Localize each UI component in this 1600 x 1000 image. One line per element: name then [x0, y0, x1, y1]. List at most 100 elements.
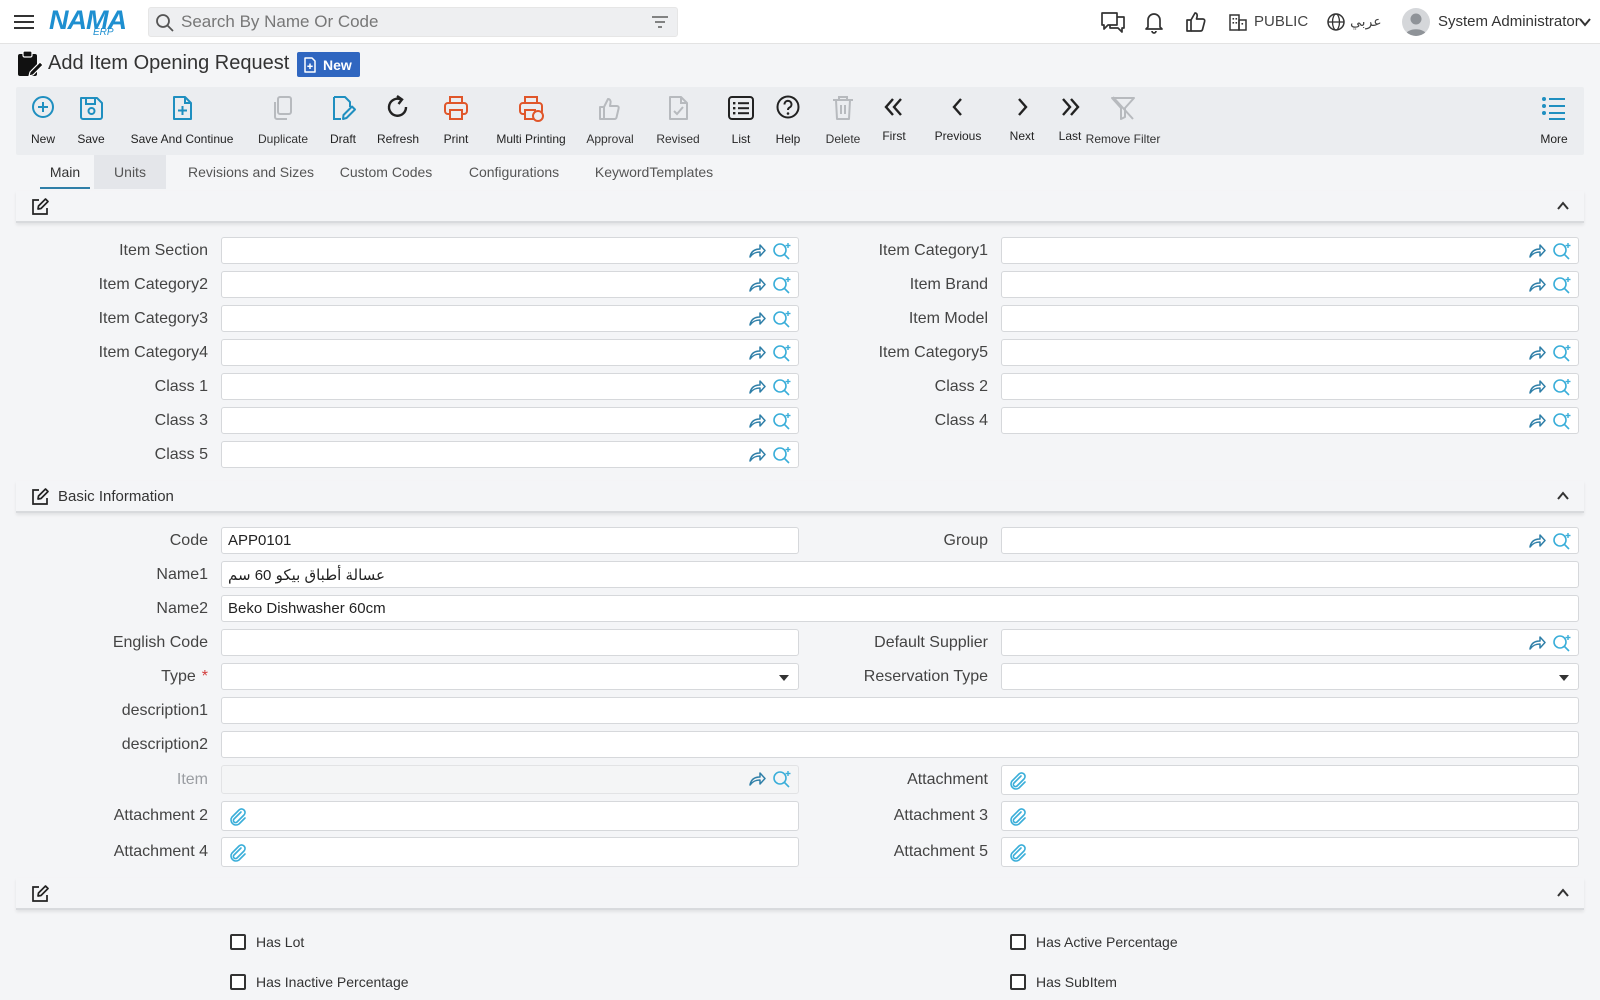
lookup-search-icon[interactable] [1552, 532, 1572, 550]
tab-configurations[interactable]: Configurations [454, 155, 574, 189]
multi-printing-button[interactable]: Multi Printing [490, 95, 572, 151]
tab-custom-codes[interactable]: Custom Codes [332, 155, 440, 189]
share-arrow-icon[interactable] [748, 243, 766, 259]
class2-field[interactable] [1001, 373, 1579, 400]
attachment-field[interactable] [1001, 765, 1579, 795]
section-header-classification[interactable] [16, 191, 1584, 223]
attachment5-field[interactable] [1001, 837, 1579, 867]
share-arrow-icon[interactable] [748, 447, 766, 463]
refresh-button[interactable]: Refresh [374, 95, 422, 151]
name1-field[interactable]: عسالة أطباق بيكو 60 سم [221, 561, 1579, 588]
attachment3-field[interactable] [1001, 801, 1579, 831]
tab-revisions-and-sizes[interactable]: Revisions and Sizes [176, 155, 326, 189]
default-supplier-field[interactable] [1001, 629, 1579, 656]
attachment-label: Attachment [907, 771, 988, 788]
section-header-flags[interactable] [16, 878, 1584, 910]
duplicate-button[interactable]: Duplicate [254, 95, 312, 151]
tab-units[interactable]: Units [94, 155, 166, 189]
class3-field[interactable] [221, 407, 799, 434]
save-and-continue-button[interactable]: Save And Continue [131, 95, 233, 151]
share-arrow-icon[interactable] [1528, 413, 1546, 429]
share-arrow-icon[interactable] [748, 311, 766, 327]
checkbox-box[interactable] [1010, 934, 1026, 950]
help-button[interactable]: Help [772, 95, 804, 151]
paperclip-icon[interactable] [228, 807, 248, 827]
next-button[interactable]: Next [1002, 95, 1042, 151]
description1-field[interactable] [221, 697, 1579, 724]
item-brand-field[interactable] [1001, 271, 1579, 298]
paperclip-icon[interactable] [1008, 843, 1028, 863]
reservation-type-select[interactable] [1001, 663, 1579, 690]
item-category4-field[interactable] [221, 339, 799, 366]
user-menu[interactable]: System Administrator [1402, 7, 1594, 37]
attachment2-field[interactable] [221, 801, 799, 831]
approval-button[interactable]: Approval [582, 95, 638, 151]
chevron-up-icon[interactable] [1556, 490, 1570, 502]
checkbox-box[interactable] [230, 974, 246, 990]
attachment4-field[interactable] [221, 837, 799, 867]
section-header-basic-information[interactable]: Basic Information [16, 481, 1584, 513]
english-code-field[interactable] [221, 629, 799, 656]
tab-main[interactable]: Main [34, 155, 96, 189]
item-section-field[interactable] [221, 237, 799, 264]
class4-field[interactable] [1001, 407, 1579, 434]
share-arrow-icon[interactable] [748, 379, 766, 395]
chevron-up-icon[interactable] [1556, 887, 1570, 899]
share-arrow-icon[interactable] [748, 345, 766, 361]
group-field[interactable] [1001, 527, 1579, 554]
thumbs-up-icon[interactable] [1184, 10, 1208, 34]
class5-field[interactable] [221, 441, 799, 468]
list-button[interactable]: List [726, 95, 756, 151]
revised-button[interactable]: Revised [650, 95, 706, 151]
nama-erp-logo[interactable]: NAMA ERP [49, 5, 131, 39]
class1-field[interactable] [221, 373, 799, 400]
checkbox-box[interactable] [230, 934, 246, 950]
item-category1-field[interactable] [1001, 237, 1579, 264]
share-arrow-icon[interactable] [1528, 345, 1546, 361]
type-select[interactable] [221, 663, 799, 690]
item-category3-field[interactable] [221, 305, 799, 332]
share-arrow-icon[interactable] [1528, 635, 1546, 651]
new-button[interactable]: New [24, 95, 62, 151]
save-button[interactable]: Save [72, 95, 110, 151]
share-arrow-icon[interactable] [748, 277, 766, 293]
more-button[interactable]: More [1536, 95, 1572, 151]
share-arrow-icon[interactable] [748, 413, 766, 429]
name2-field[interactable]: Beko Dishwasher 60cm [221, 595, 1579, 622]
delete-button[interactable]: Delete [822, 95, 864, 151]
checkbox-box[interactable] [1010, 974, 1026, 990]
draft-button[interactable]: Draft [324, 95, 362, 151]
share-arrow-icon[interactable] [1528, 243, 1546, 259]
share-arrow-icon[interactable] [1528, 533, 1546, 549]
filter-lines-icon[interactable] [651, 14, 669, 30]
previous-button[interactable]: Previous [930, 95, 986, 151]
paperclip-icon[interactable] [228, 843, 248, 863]
lookup-search-icon[interactable] [1552, 378, 1572, 396]
bell-icon[interactable] [1142, 10, 1166, 34]
item-model-field[interactable] [1001, 305, 1579, 332]
item-category2-field[interactable] [221, 271, 799, 298]
lookup-search-icon[interactable] [1552, 412, 1572, 430]
lookup-search-icon[interactable] [1552, 242, 1572, 260]
lookup-search-icon[interactable] [1552, 634, 1572, 652]
item-category5-field[interactable] [1001, 339, 1579, 366]
lookup-search-icon[interactable] [772, 446, 792, 464]
description2-field[interactable] [221, 731, 1579, 758]
tab-keyword-templates[interactable]: KeywordTemplates [584, 155, 724, 189]
lookup-search-icon[interactable] [1552, 276, 1572, 294]
paperclip-icon[interactable] [1008, 807, 1028, 827]
first-button[interactable]: First [878, 95, 910, 151]
share-arrow-icon[interactable] [1528, 277, 1546, 293]
code-field[interactable]: APP0101 [221, 527, 799, 554]
remove-filter-button[interactable]: Remove Filter [1078, 95, 1168, 151]
share-arrow-icon[interactable] [1528, 379, 1546, 395]
chevron-up-icon[interactable] [1556, 200, 1570, 212]
share-arrow-icon[interactable] [748, 771, 766, 787]
search-icon[interactable] [155, 13, 175, 33]
lookup-search-icon[interactable] [1552, 344, 1572, 362]
search-input[interactable] [179, 11, 639, 33]
hamburger-menu-icon[interactable] [12, 10, 36, 34]
print-button[interactable]: Print [438, 95, 474, 151]
chat-icon[interactable] [1100, 10, 1126, 34]
paperclip-icon[interactable] [1008, 771, 1028, 791]
